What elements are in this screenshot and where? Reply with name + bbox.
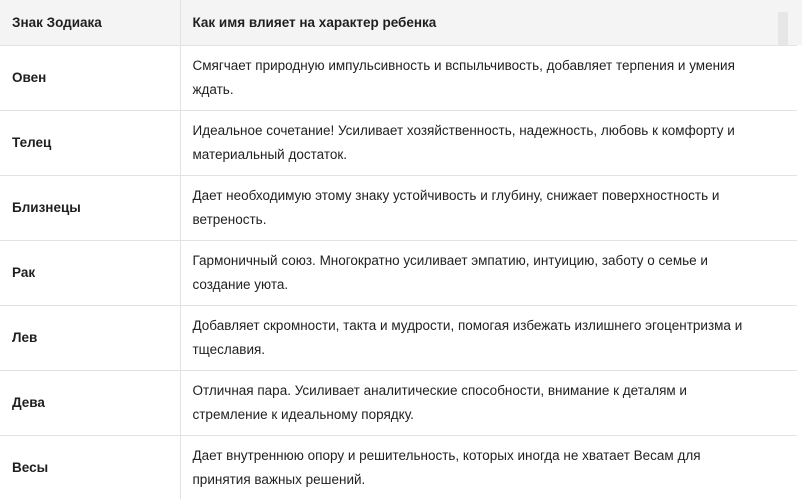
zodiac-sign-cell: Лев: [0, 305, 180, 371]
influence-cell: Отличная пара. Усиливает аналитические с…: [179, 370, 797, 436]
zodiac-table-container: Знак Зодиака Как имя влияет на характер …: [0, 0, 797, 499]
influence-cell: Идеальное сочетание! Усиливает хозяйстве…: [179, 110, 797, 176]
zodiac-sign-cell: Дева: [0, 370, 180, 436]
table-row: Телец Идеальное сочетание! Усиливает хоз…: [0, 110, 797, 176]
zodiac-sign-cell: Рак: [0, 240, 180, 306]
influence-cell: Добавляет скромности, такта и мудрости, …: [179, 305, 797, 371]
horizontal-scrollbar-area[interactable]: [776, 0, 802, 45]
zodiac-sign-cell: Весы: [0, 435, 180, 499]
influence-cell: Дает необходимую этому знаку устойчивост…: [179, 175, 797, 241]
influence-cell: Смягчает природную импульсивность и вспы…: [179, 45, 797, 111]
header-zodiac-sign: Знак Зодиака: [0, 0, 180, 46]
zodiac-sign-cell: Телец: [0, 110, 180, 176]
zodiac-sign-cell: Овен: [0, 45, 180, 111]
influence-cell: Дает внутреннюю опору и решительность, к…: [179, 435, 797, 499]
right-edge: [797, 45, 802, 499]
zodiac-name-table: Знак Зодиака Как имя влияет на характер …: [0, 0, 797, 499]
table-header-row: Знак Зодиака Как имя влияет на характер …: [0, 0, 797, 46]
table-row: Овен Смягчает природную импульсивность и…: [0, 45, 797, 111]
zodiac-sign-cell: Близнецы: [0, 175, 180, 241]
table-row: Дева Отличная пара. Усиливает аналитичес…: [0, 370, 797, 436]
table-row: Рак Гармоничный союз. Многократно усилив…: [0, 240, 797, 306]
header-name-influence: Как имя влияет на характер ребенка: [179, 0, 797, 46]
table-row: Весы Дает внутреннюю опору и решительнос…: [0, 435, 797, 499]
table-row: Близнецы Дает необходимую этому знаку ус…: [0, 175, 797, 241]
table-row: Лев Добавляет скромности, такта и мудрос…: [0, 305, 797, 371]
scrollbar-thumb[interactable]: [778, 12, 788, 45]
influence-cell: Гармоничный союз. Многократно усиливает …: [179, 240, 797, 306]
